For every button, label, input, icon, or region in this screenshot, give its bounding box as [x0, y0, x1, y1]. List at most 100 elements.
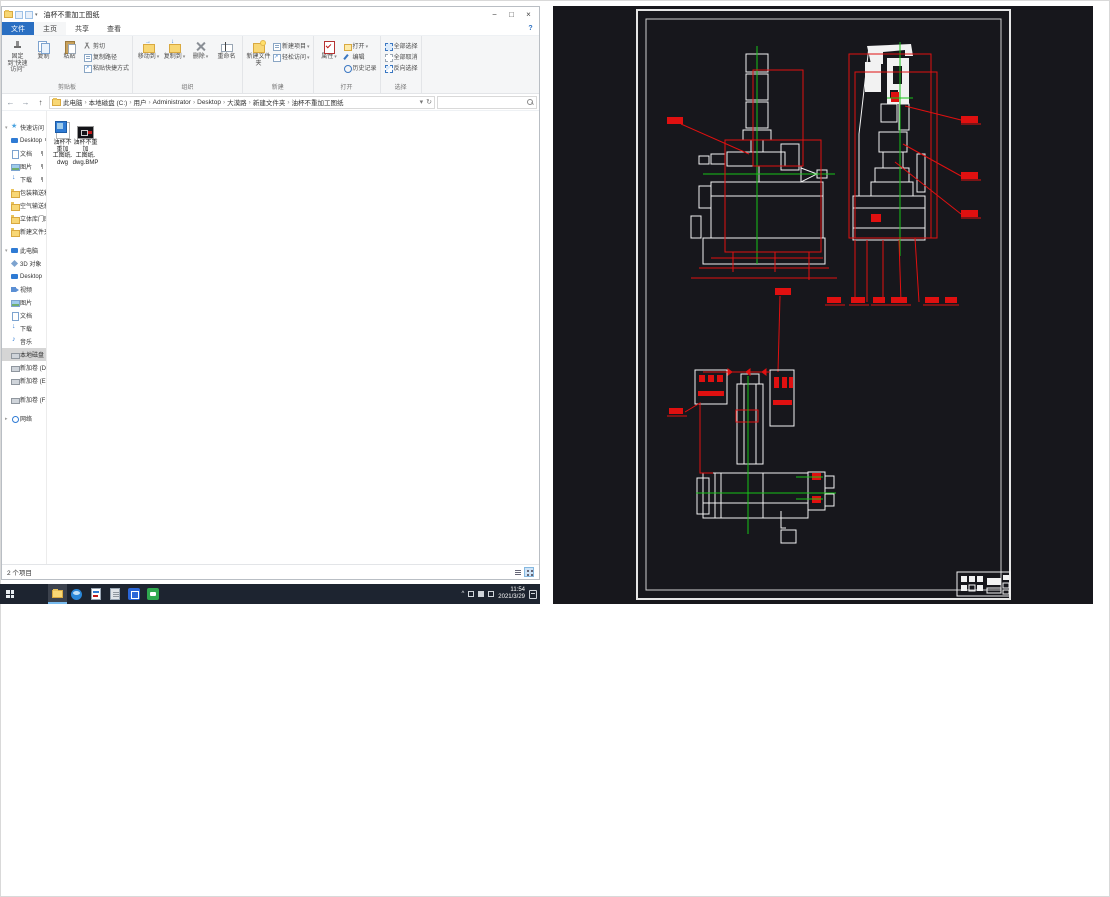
breadcrumb-folder-1[interactable]: 大漠路 — [227, 97, 247, 107]
rename-button[interactable]: 重命名 — [214, 39, 239, 61]
sidebar-item-pc-desktop[interactable]: Desktop — [2, 270, 46, 283]
file-item-bmp[interactable]: 油杯不重加 工图纸. dwg.BMP — [73, 118, 98, 166]
forward-button[interactable]: → — [19, 98, 32, 107]
taskbar-clock[interactable]: 11:54 2021/3/29 — [498, 587, 525, 601]
move-to-button[interactable]: 移动到 — [136, 39, 161, 61]
invert-selection-button[interactable]: 反向选择 — [384, 63, 418, 73]
tab-home[interactable]: 主页 — [34, 22, 66, 35]
breadcrumb-new-folder[interactable]: 新建文件夹 — [253, 97, 286, 107]
edit-button[interactable]: 编辑 — [343, 52, 377, 61]
address-bar[interactable]: 此电脑 › 本地磁盘 (C:) › 用户 › Administrator › D… — [49, 95, 435, 109]
customize-toolbar-caret-icon[interactable]: ▾ — [35, 12, 38, 18]
sidebar-item-videos[interactable]: 视频 — [2, 283, 46, 296]
breadcrumb-desktop[interactable]: Desktop — [197, 99, 221, 106]
folder-icon — [52, 97, 61, 106]
bmp-thumbnail-icon — [77, 126, 94, 139]
paste-shortcut-button[interactable]: 粘贴快捷方式 — [83, 63, 129, 73]
minimize-button[interactable]: − — [486, 8, 503, 21]
select-none-button[interactable]: 全部取消 — [384, 52, 418, 62]
file-item-dwg[interactable]: 油杯不重加 工图纸. dwg — [51, 118, 74, 166]
tray-chevron-icon[interactable]: ^ — [461, 591, 464, 597]
paste-button[interactable]: 粘贴 — [57, 39, 82, 61]
breadcrumb-this-pc[interactable]: 此电脑 — [63, 97, 83, 107]
breadcrumb-current-folder[interactable]: 油杯不重加工图纸 — [292, 97, 344, 107]
sidebar-item-pictures[interactable]: 图片 — [2, 160, 46, 173]
thumbnail-view-icon[interactable] — [524, 567, 534, 577]
ribbon-group-open: 属性 打开 编辑 历史记录 — [314, 36, 381, 93]
edit-pencil-icon — [343, 53, 351, 61]
up-button[interactable]: ↑ — [34, 98, 47, 107]
refresh-icon[interactable]: ↻ — [426, 98, 432, 106]
taskbar-browser[interactable] — [67, 584, 86, 604]
select-all-button[interactable]: 全部选择 — [384, 41, 418, 51]
sidebar-section-quick-access[interactable]: ▾ 快速访问 — [2, 121, 46, 134]
breadcrumb-users[interactable]: 用户 — [133, 97, 146, 107]
tab-share[interactable]: 共享 — [66, 22, 98, 35]
new-folder-shortcut-icon[interactable] — [25, 10, 33, 19]
taskbar-blue-app[interactable] — [124, 584, 143, 604]
sidebar-item-local-disk-c[interactable]: 本地磁盘 (C:) — [2, 348, 46, 361]
rename-icon — [220, 40, 234, 53]
sidebar-item-pc-pictures[interactable]: 图片 — [2, 296, 46, 309]
group-label-new: 新建 — [271, 85, 284, 91]
pin-to-quick-access-button[interactable]: 固定到"快速访问" — [5, 39, 30, 74]
easy-access-button[interactable]: 轻松访问 — [272, 52, 310, 62]
sidebar-item-volume-e[interactable]: 新加卷 (E:) — [2, 374, 46, 387]
taskbar-document-app[interactable] — [105, 584, 124, 604]
sidebar-item-3d-objects[interactable]: 3D 对象 — [2, 257, 46, 270]
address-dropdown-icon[interactable]: ▾ — [420, 98, 424, 106]
properties-shortcut-icon[interactable] — [15, 10, 23, 19]
breadcrumb-administrator[interactable]: Administrator — [153, 99, 191, 106]
taskbar-green-app[interactable] — [143, 584, 162, 604]
open-button[interactable]: 打开 — [343, 41, 377, 51]
ime-icon[interactable] — [488, 591, 495, 597]
sidebar-item-volume-f[interactable]: 新加卷 (F:) — [2, 393, 46, 406]
cut-button[interactable]: 剪切 — [83, 41, 129, 50]
action-center-icon[interactable] — [529, 589, 537, 599]
tray-app-icon[interactable] — [468, 591, 475, 597]
search-input[interactable] — [437, 95, 537, 109]
delete-button[interactable]: 删除 — [188, 39, 213, 61]
maximize-button[interactable]: □ — [503, 8, 520, 21]
start-button[interactable] — [0, 584, 20, 604]
breadcrumb-separator: › — [248, 98, 251, 106]
star-icon — [11, 122, 18, 131]
sidebar-item-volume-d[interactable]: 新加卷 (D:) — [2, 361, 46, 374]
sidebar-section-this-pc[interactable]: ▾ 此电脑 — [2, 244, 46, 257]
sidebar-item-folder-1[interactable]: 包装箱送料线配图 — [2, 186, 46, 199]
history-button[interactable]: 历史记录 — [343, 63, 377, 73]
sidebar-item-folder-2[interactable]: 空气输送斜槽配件图 — [2, 199, 46, 212]
copy-path-button[interactable]: 复制路径 — [83, 52, 129, 62]
new-item-button[interactable]: 新建项目 — [272, 41, 310, 51]
sidebar-item-music[interactable]: 音乐 — [2, 335, 46, 348]
properties-button[interactable]: 属性 — [317, 39, 342, 61]
tab-view[interactable]: 查看 — [98, 22, 130, 35]
side-view — [825, 42, 981, 306]
sidebar-item-documents[interactable]: 文档 — [2, 147, 46, 160]
cad-drawing-svg — [636, 9, 1011, 600]
copy-button[interactable]: 复制 — [31, 39, 56, 61]
file-list-pane[interactable]: 油杯不重加 工图纸. dwg 油杯不重加 工图纸. dwg.BMP — [47, 111, 539, 564]
breadcrumb-local-disk-c[interactable]: 本地磁盘 (C:) — [89, 97, 128, 107]
group-label-select: 选择 — [394, 85, 407, 91]
sidebar-item-downloads[interactable]: 下载 — [2, 173, 46, 186]
ribbon-tabs: 文件 主页 共享 查看 ? — [2, 22, 539, 36]
sidebar-section-network[interactable]: ▸ 网络 — [2, 412, 46, 425]
taskbar-cad-app[interactable] — [86, 584, 105, 604]
list-view-icon[interactable] — [512, 567, 522, 577]
select-none-icon — [384, 53, 393, 62]
back-button[interactable]: ← — [4, 98, 17, 107]
sidebar-item-pc-downloads[interactable]: 下载 — [2, 322, 46, 335]
tab-file[interactable]: 文件 — [2, 22, 34, 35]
sidebar-item-new-folder[interactable]: 新建文件夹 — [2, 225, 46, 238]
sidebar-item-desktop[interactable]: Desktop — [2, 134, 46, 147]
new-folder-button[interactable]: 新建文件夹 — [246, 39, 271, 67]
sidebar-item-pc-documents[interactable]: 文档 — [2, 309, 46, 322]
close-button[interactable]: × — [520, 8, 537, 21]
chevron-down-icon: ▾ — [5, 124, 8, 131]
taskbar-file-explorer[interactable] — [48, 584, 67, 604]
volume-icon[interactable] — [478, 591, 485, 597]
copy-to-button[interactable]: 复制到 — [162, 39, 187, 61]
sidebar-item-folder-3[interactable]: 立体库门图纸 — [2, 212, 46, 225]
help-icon[interactable]: ? — [526, 24, 535, 33]
